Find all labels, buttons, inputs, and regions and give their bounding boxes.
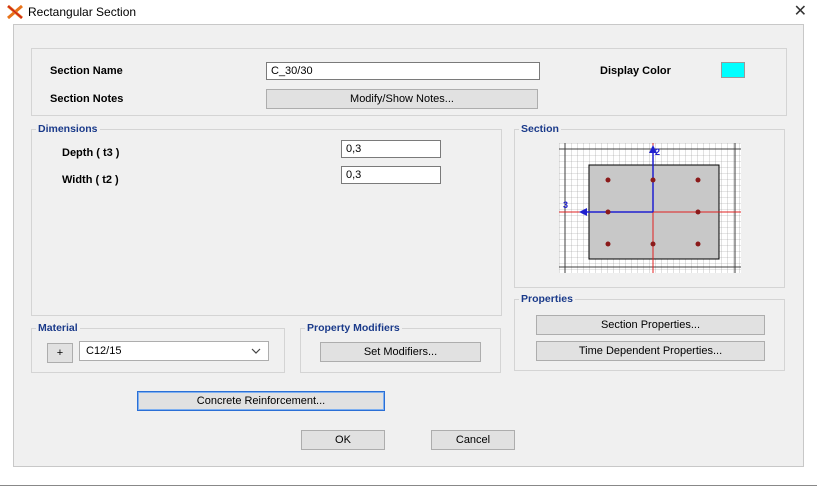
close-icon[interactable]: ✕ xyxy=(794,1,807,21)
section-group-label: Section xyxy=(519,123,561,136)
material-select[interactable]: C12/15 xyxy=(79,341,269,361)
set-modifiers-button[interactable]: Set Modifiers... xyxy=(320,342,481,362)
depth-label: Depth ( t3 ) xyxy=(62,147,120,159)
divider xyxy=(0,485,817,486)
title-bar: Rectangular Section ✕ xyxy=(0,0,817,24)
material-select-value: C12/15 xyxy=(86,345,122,357)
section-properties-button[interactable]: Section Properties... xyxy=(536,315,765,335)
axis-3-label: 3 xyxy=(563,200,568,210)
cancel-button[interactable]: Cancel xyxy=(431,430,515,450)
modify-show-notes-button[interactable]: Modify/Show Notes... xyxy=(266,89,538,109)
chevron-down-icon xyxy=(251,348,261,354)
dimensions-group-label: Dimensions xyxy=(36,123,100,136)
concrete-reinforcement-button[interactable]: Concrete Reinforcement... xyxy=(137,391,385,411)
width-label: Width ( t2 ) xyxy=(62,174,119,186)
ok-button[interactable]: OK xyxy=(301,430,385,450)
section-preview-drawing: 2 3 xyxy=(559,143,741,273)
add-material-button[interactable]: + xyxy=(47,343,73,363)
depth-input[interactable]: 0,3 xyxy=(341,140,441,158)
properties-group-label: Properties xyxy=(519,293,575,306)
property-modifiers-group-label: Property Modifiers xyxy=(305,322,402,335)
width-input[interactable]: 0,3 xyxy=(341,166,441,184)
time-dependent-properties-button[interactable]: Time Dependent Properties... xyxy=(536,341,765,361)
display-color-label: Display Color xyxy=(600,65,671,77)
axis-2-label: 2 xyxy=(655,147,660,157)
section-name-label: Section Name xyxy=(50,65,123,77)
material-group-label: Material xyxy=(36,322,80,335)
window-title: Rectangular Section xyxy=(28,5,137,19)
display-color-swatch[interactable] xyxy=(721,62,745,78)
app-icon xyxy=(7,5,23,19)
section-name-input[interactable]: C_30/30 xyxy=(266,62,540,80)
section-notes-label: Section Notes xyxy=(50,93,124,105)
